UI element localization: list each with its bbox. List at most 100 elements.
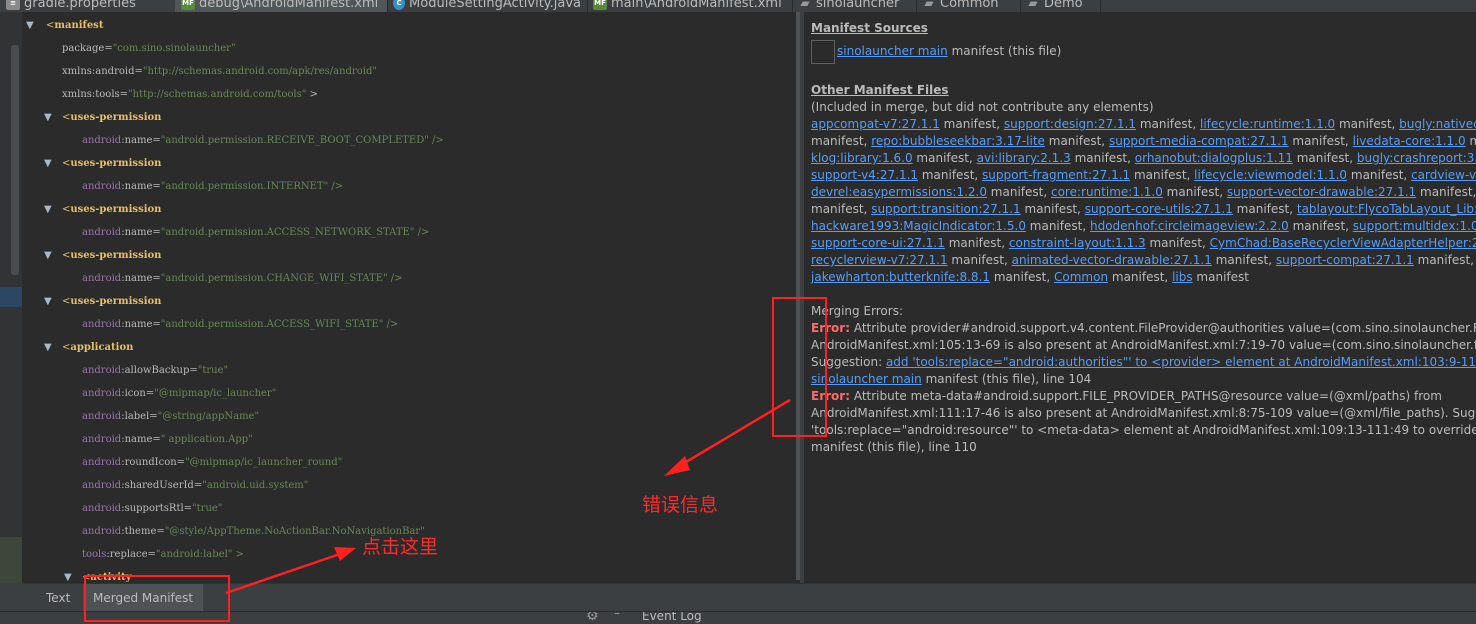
library-link[interactable]: support-vector-drawable:27.1.1 [1227, 185, 1416, 199]
library-link[interactable]: Common [1054, 270, 1108, 284]
equals: = [119, 89, 129, 100]
event-log-tab[interactable]: Event Log [642, 612, 702, 623]
library-link[interactable]: tablayout:FlycoTabLayout_Lib:2.1.2 [1297, 202, 1476, 216]
uses-permission-tag: uses-permission [70, 158, 162, 169]
attr-name: :allowBackup= [121, 365, 198, 376]
error2-line4: manifest (this file), line 110 [811, 440, 977, 454]
library-row: manifest, repo:bubbleseekbar:3.17-lite m… [811, 133, 1476, 150]
library-link[interactable]: CymChad:BaseRecyclerViewAdapterHelper:2.… [1210, 236, 1476, 250]
library-link[interactable]: devrel:easypermissions:1.2.0 [811, 185, 987, 199]
attr-value: "com.sino.sinolauncher" [112, 43, 236, 54]
library-link[interactable]: constraint-layout:1.1.3 [1009, 236, 1146, 250]
editor-tab[interactable]: MF debug\AndroidManifest.xml [175, 0, 388, 12]
library-link[interactable]: support-core-ui:27.1.1 [811, 236, 945, 250]
properties-file-icon: ≡ [6, 0, 20, 10]
fold-arrow-icon[interactable]: ▼ [44, 246, 52, 266]
library-suffix: manifest, [1162, 185, 1227, 199]
error1-source-link[interactable]: sinolauncher main [811, 372, 922, 386]
editor-tab-label: sinolauncher [816, 0, 900, 11]
library-link[interactable]: bugly:crashreport:3.0.0 [1357, 151, 1476, 165]
library-suffix: manifest, [1108, 270, 1173, 284]
editor-tab[interactable]: ▰ Demo [1020, 0, 1101, 12]
suggestion-link[interactable]: add 'tools:replace="android:authorities"… [886, 355, 1476, 369]
attr-name: :icon= [121, 388, 155, 399]
editor-tab[interactable]: ▰ Common [916, 0, 1021, 12]
fold-arrow-icon[interactable]: ▼ [44, 200, 52, 220]
fold-arrow-icon[interactable]: ▼ [44, 108, 52, 128]
side-scrollbar[interactable] [11, 45, 19, 275]
fold-arrow-icon[interactable]: ▼ [26, 16, 34, 36]
namespace: tools [82, 549, 107, 560]
library-link[interactable]: support:transition:27.1.1 [871, 202, 1021, 216]
source-link[interactable]: sinolauncher main [837, 44, 948, 58]
library-suffix: manifest, [811, 202, 872, 216]
permission-value: "android.permission.RECEIVE_BOOT_COMPLET… [160, 135, 444, 146]
library-link[interactable]: lifecycle:runtime:1.1.0 [1200, 117, 1335, 131]
library-link[interactable]: recyclerview-v7:27.1.1 [811, 253, 948, 267]
gear-icon[interactable]: ⚙ [586, 612, 599, 624]
code-line: xmlns:tools="http://schemas.android.com/… [62, 85, 318, 105]
library-link[interactable]: livedata-core:1.1.0 [1353, 134, 1466, 148]
code-line: android:icon="@mipmap/ic_launcher" [82, 384, 276, 404]
library-link[interactable]: repo:bubbleseekbar:3.17-lite [871, 134, 1045, 148]
library-link[interactable]: support-compat:27.1.1 [1276, 253, 1414, 267]
attr-value: "@string/appName" [157, 411, 260, 422]
library-link[interactable]: klog:library:1.6.0 [811, 151, 913, 165]
library-link[interactable]: support:multidex:1.0.3 [1353, 219, 1476, 233]
library-link[interactable]: support-v4:27.1.1 [811, 168, 918, 182]
attr-name: :theme= [121, 526, 165, 537]
library-link[interactable]: cardview-v7:27.1.1 [1411, 168, 1476, 182]
library-link[interactable]: avi:library:2.1.3 [977, 151, 1071, 165]
code-line: ▼ <uses-permission [44, 246, 161, 266]
uses-permission-tag: uses-permission [70, 204, 162, 215]
library-link[interactable]: appcompat-v7:27.1.1 [811, 117, 940, 131]
minimize-icon[interactable]: – [614, 612, 620, 620]
library-link[interactable]: libs [1172, 270, 1193, 284]
editor-tab[interactable]: ≡ gradle.properties [0, 0, 176, 12]
namespace: android [82, 365, 122, 376]
library-suffix: manifest, [1288, 219, 1353, 233]
library-link[interactable]: support-fragment:27.1.1 [982, 168, 1130, 182]
source-color-swatch [811, 39, 835, 64]
library-link[interactable]: orhanobut:dialogplus:1.11 [1135, 151, 1293, 165]
editor-tab[interactable]: MF main\AndroidManifest.xml [587, 0, 793, 12]
fold-arrow-icon[interactable]: ▼ [44, 338, 52, 358]
application-tag: application [70, 342, 134, 353]
annotation-error-info: 错误信息 [642, 494, 719, 516]
namespace: android [82, 319, 122, 330]
editor-tab-label: debug\AndroidManifest.xml [199, 0, 379, 11]
error1-source-suffix: manifest (this file), line 104 [921, 372, 1092, 386]
manifest-sources-header: Manifest Sources [811, 21, 928, 35]
library-row: recyclerview-v7:27.1.1 manifest, animate… [811, 252, 1474, 269]
library-suffix: manifest, [986, 185, 1051, 199]
library-link[interactable]: hackware1993:MagicIndicator:1.5.0 [811, 219, 1026, 233]
code-line: android:supportsRtl="true" [82, 499, 222, 519]
attr-name: :sharedUserId= [121, 480, 203, 491]
library-link[interactable]: lifecycle:viewmodel:1.1.0 [1194, 168, 1347, 182]
editor-tab[interactable]: ▰ sinolauncher [792, 0, 917, 12]
editor-tab[interactable]: C ModuleSettingActivity.java [387, 0, 588, 12]
attr-name: :name= [121, 434, 161, 445]
module-icon: ▰ [924, 0, 934, 10]
library-link[interactable]: hdodenhof:circleimageview:2.2.0 [1090, 219, 1289, 233]
attr-value: "@mipmap/ic_launcher" [154, 388, 277, 399]
library-link[interactable]: support-media-compat:27.1.1 [1109, 134, 1289, 148]
permission-value: "android.permission.INTERNET" /> [160, 181, 344, 192]
tab-text[interactable]: Text [36, 584, 80, 612]
library-link[interactable]: jakewharton:butterknife:8.8.1 [811, 270, 990, 284]
library-link[interactable]: support-core-utils:27.1.1 [1085, 202, 1233, 216]
fold-arrow-icon[interactable]: ▼ [64, 568, 72, 583]
fold-arrow-icon[interactable]: ▼ [44, 154, 52, 174]
fold-arrow-icon[interactable]: ▼ [44, 292, 52, 312]
library-link[interactable]: core:runtime:1.1.0 [1051, 185, 1163, 199]
library-link[interactable]: bugly:nativecrashreport [1399, 117, 1476, 131]
code-line: ▼ <uses-permission [44, 154, 162, 174]
library-suffix: manifest, [1136, 117, 1200, 131]
namespace: android [82, 503, 122, 514]
library-row: support-core-ui:27.1.1 manifest, constra… [811, 235, 1476, 252]
library-link[interactable]: support:design:27.1.1 [1004, 117, 1136, 131]
permission-value: "android.permission.ACCESS_NETWORK_STATE… [160, 227, 430, 238]
library-link[interactable]: animated-vector-drawable:27.1.1 [1012, 253, 1212, 267]
library-suffix: manifest, [1070, 151, 1135, 165]
close-bracket: > [306, 89, 318, 100]
